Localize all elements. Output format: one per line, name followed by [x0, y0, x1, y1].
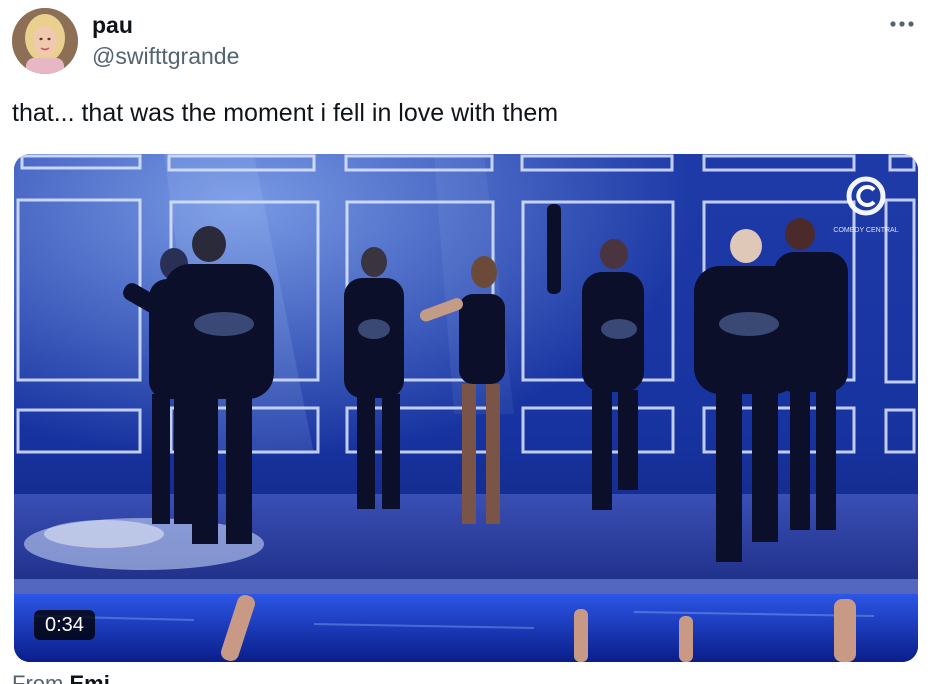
more-options-button[interactable]: [880, 10, 924, 38]
video-player[interactable]: COMEDY CENTRAL 0:34: [14, 154, 918, 662]
channel-logo-text: COMEDY CENTRAL: [833, 227, 898, 234]
author-handle[interactable]: @swifttgrande: [92, 42, 239, 70]
attribution-prefix: From: [12, 671, 64, 684]
author-name[interactable]: pau: [92, 11, 133, 39]
video-attribution: From Emi: [12, 670, 110, 684]
video-frame: COMEDY CENTRAL: [14, 154, 918, 662]
user-avatar-icon: [12, 8, 78, 74]
tweet-card: pau @swifttgrande that... that was the m…: [0, 0, 936, 684]
tweet-text: that... that was the moment i fell in lo…: [12, 99, 559, 127]
more-horizontal-icon: [890, 21, 914, 27]
attribution-source-link[interactable]: Emi: [69, 671, 109, 684]
video-duration-badge: 0:34: [34, 610, 95, 640]
avatar[interactable]: [12, 8, 78, 74]
